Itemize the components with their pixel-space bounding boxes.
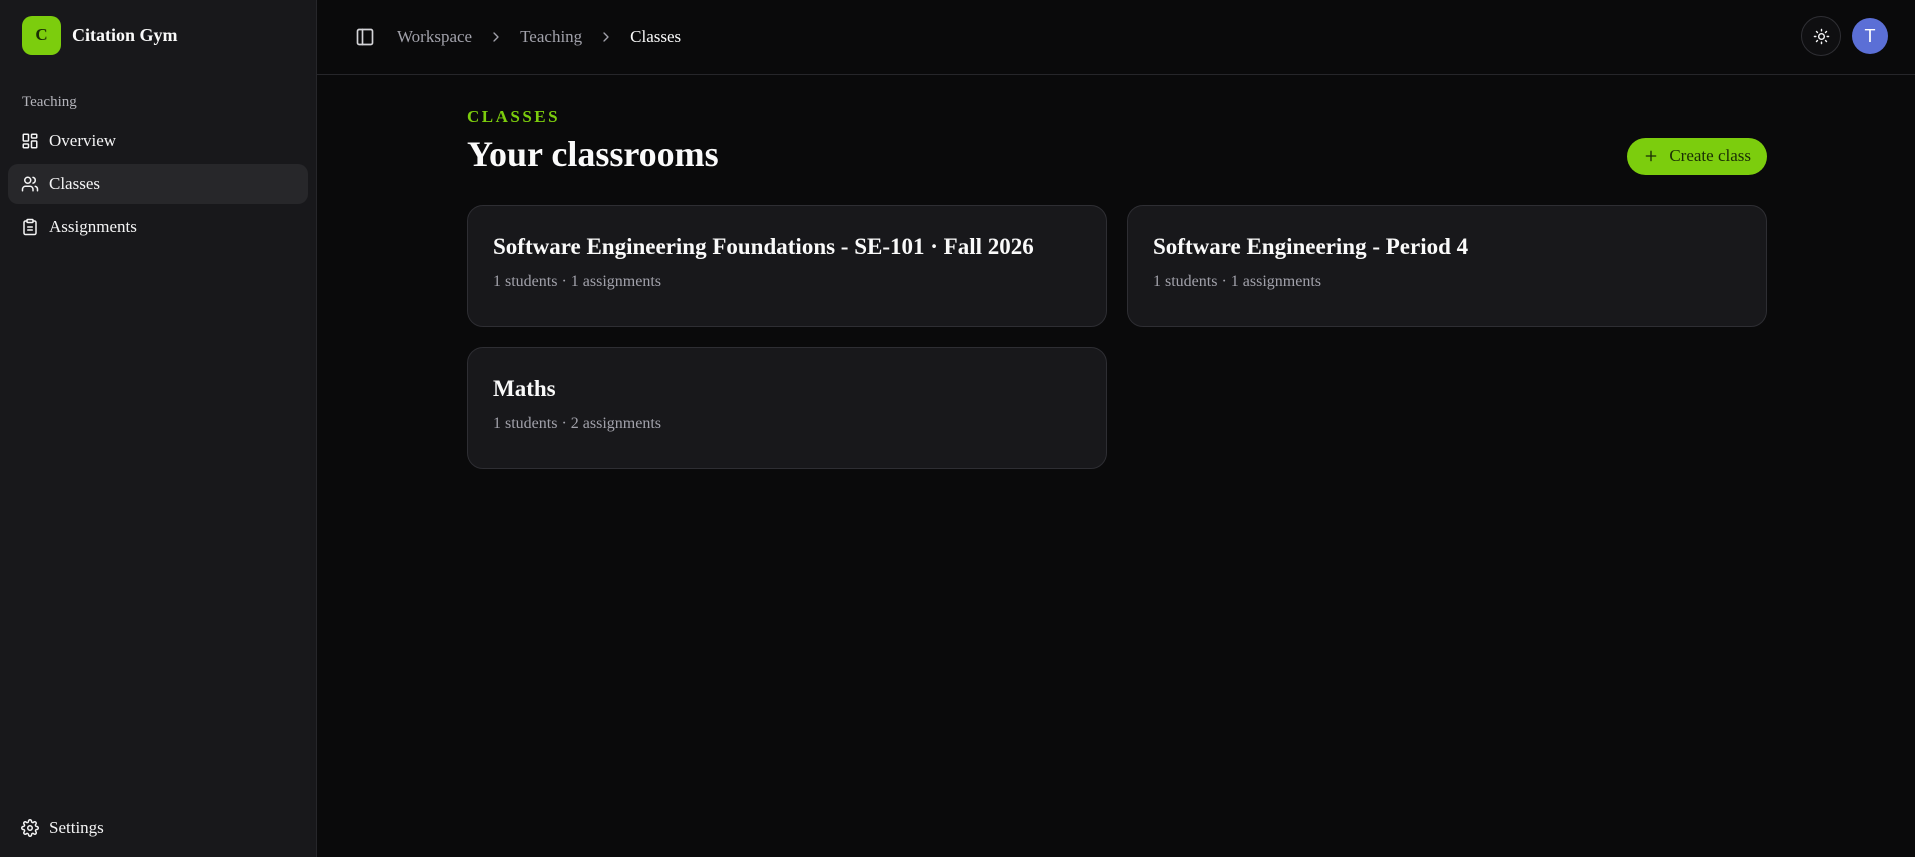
create-class-label: Create class [1669, 146, 1751, 165]
sidebar-item-settings[interactable]: Settings [8, 808, 308, 848]
class-card-meta: 1 students · 2 assignments [493, 415, 661, 432]
layout-grid-icon [22, 133, 38, 149]
app-shell: C Citation Gym Teaching Overview Classes… [0, 0, 1915, 857]
class-card-title: Software Engineering - Period 4 [1153, 234, 1469, 259]
class-card[interactable]: Software Engineering Foundations - SE-10… [467, 205, 1107, 327]
class-card-title: Software Engineering Foundations - SE-10… [493, 234, 1034, 259]
theme-toggle-button[interactable] [1801, 16, 1841, 56]
breadcrumb: Workspace Teaching Classes [397, 27, 681, 47]
brand-logo: C [22, 15, 61, 55]
user-avatar[interactable]: T [1852, 18, 1888, 54]
sidebar-item-classes[interactable]: Classes [8, 164, 308, 204]
plus-icon [1646, 150, 1657, 162]
sidebar-item-assignments[interactable]: Assignments [8, 207, 308, 247]
brand-name: Citation Gym [72, 24, 178, 45]
sidebar: C Citation Gym Teaching Overview Classes… [0, 0, 317, 857]
class-card-meta: 1 students · 1 assignments [1153, 273, 1321, 290]
sidebar-item-label: Settings [49, 818, 104, 837]
chevron-right-icon [493, 32, 499, 42]
clipboard-icon [23, 218, 37, 236]
create-class-button[interactable]: Create class [1627, 137, 1767, 175]
sidebar-section-label: Teaching [22, 94, 77, 110]
class-card-title: Maths [493, 376, 556, 401]
sidebar-footer: Settings [8, 808, 308, 851]
topbar: Workspace Teaching Classes T [317, 0, 1915, 75]
sidebar-nav: Overview Classes Assignments [0, 121, 316, 247]
sidebar-item-label: Assignments [49, 217, 137, 236]
class-card-meta: 1 students · 1 assignments [493, 273, 661, 290]
breadcrumb-item-workspace[interactable]: Workspace [397, 27, 472, 47]
page-title: Your classrooms [467, 134, 719, 174]
breadcrumb-item-classes: Classes [630, 27, 682, 46]
sidebar-toggle-icon[interactable] [355, 27, 375, 47]
users-icon [21, 176, 39, 192]
sidebar-item-label: Classes [49, 174, 100, 193]
top-actions: T [1801, 16, 1888, 56]
title-row: Your classrooms Create class [467, 133, 1767, 175]
brand[interactable]: C Citation Gym [0, 0, 316, 70]
breadcrumb-item-teaching[interactable]: Teaching [520, 27, 582, 47]
main-area: Workspace Teaching Classes T CLASSES You… [317, 0, 1915, 857]
gear-icon [21, 819, 39, 837]
sun-icon [1813, 28, 1829, 44]
page-eyebrow: CLASSES [467, 107, 561, 126]
class-card[interactable]: Maths 1 students · 2 assignments [467, 347, 1107, 469]
sidebar-item-overview[interactable]: Overview [8, 121, 308, 161]
sidebar-item-label: Overview [49, 131, 117, 150]
class-card[interactable]: Software Engineering - Period 4 1 studen… [1127, 205, 1767, 327]
classes-content: CLASSES Your classrooms Create class Sof… [467, 75, 1767, 469]
class-grid: Software Engineering Foundations - SE-10… [467, 205, 1767, 469]
chevron-right-icon [603, 32, 609, 42]
